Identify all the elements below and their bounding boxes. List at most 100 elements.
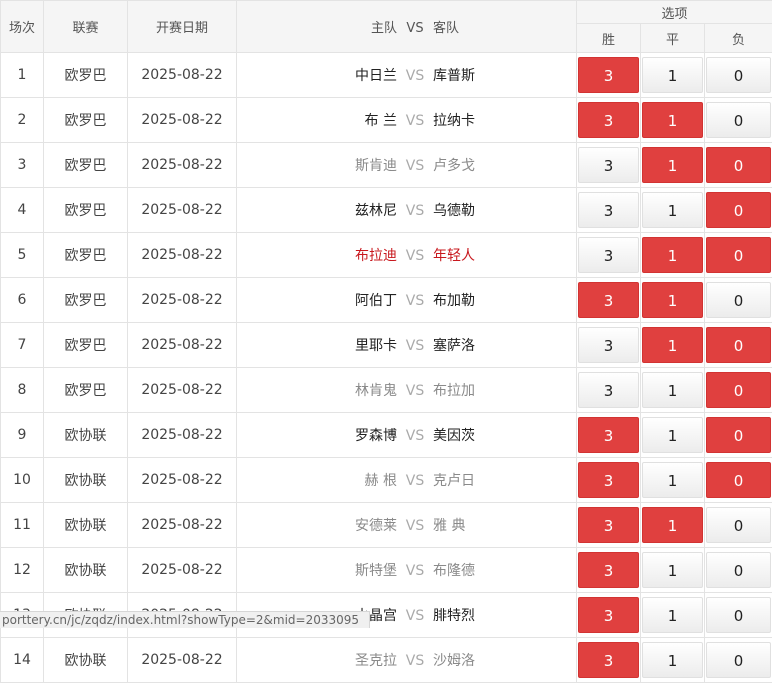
vs-label: VS — [397, 203, 433, 219]
match-date: 2025-08-22 — [128, 368, 237, 413]
option-draw-button[interactable]: 1 — [642, 57, 703, 93]
away-team[interactable]: 雅 典 — [433, 515, 593, 535]
option-draw-button[interactable]: 1 — [642, 462, 703, 498]
league-name: 欧协联 — [44, 548, 128, 593]
header-date: 开赛日期 — [128, 1, 237, 53]
match-teams: 安德莱VS雅 典 — [237, 503, 577, 548]
option-draw-button[interactable]: 1 — [642, 507, 703, 543]
option-lose-cell: 0 — [705, 638, 772, 683]
away-team[interactable]: 拉纳卡 — [433, 110, 593, 130]
match-teams: 布拉迪VS年轻人 — [237, 233, 577, 278]
home-team[interactable]: 兹林尼 — [237, 200, 397, 220]
league-name: 欧罗巴 — [44, 368, 128, 413]
home-team[interactable]: 中日兰 — [237, 65, 397, 85]
option-draw-cell: 1 — [641, 548, 705, 593]
vs-label: VS — [397, 248, 433, 264]
option-draw-button[interactable]: 1 — [642, 417, 703, 453]
vs-label: VS — [397, 518, 433, 534]
vs-label: VS — [397, 158, 433, 174]
match-date: 2025-08-22 — [128, 53, 237, 98]
home-team[interactable]: 里耶卡 — [237, 335, 397, 355]
option-lose-button[interactable]: 0 — [706, 237, 771, 273]
option-draw-button[interactable]: 1 — [642, 327, 703, 363]
home-team[interactable]: 阿伯丁 — [237, 290, 397, 310]
header-home: 主队 — [237, 17, 397, 36]
option-draw-button[interactable]: 1 — [642, 237, 703, 273]
away-team[interactable]: 沙姆洛 — [433, 650, 593, 670]
away-team[interactable]: 腓特烈 — [433, 605, 593, 625]
home-team[interactable]: 斯肯迪 — [237, 155, 397, 175]
table-row: 9欧协联2025-08-22罗森博VS美因茨310 — [1, 413, 772, 458]
option-lose-button[interactable]: 0 — [706, 327, 771, 363]
league-name: 欧协联 — [44, 413, 128, 458]
option-lose-button[interactable]: 0 — [706, 192, 771, 228]
away-team[interactable]: 塞萨洛 — [433, 335, 593, 355]
away-team[interactable]: 布拉加 — [433, 380, 593, 400]
match-teams: 中日兰VS库普斯 — [237, 53, 577, 98]
option-lose-button[interactable]: 0 — [706, 552, 771, 588]
match-teams: 斯肯迪VS卢多戈 — [237, 143, 577, 188]
option-lose-cell: 0 — [705, 458, 772, 503]
match-index: 12 — [1, 548, 44, 593]
option-draw-button[interactable]: 1 — [642, 192, 703, 228]
option-draw-button[interactable]: 1 — [642, 552, 703, 588]
option-draw-button[interactable]: 1 — [642, 372, 703, 408]
away-team[interactable]: 布加勒 — [433, 290, 593, 310]
option-lose-button[interactable]: 0 — [706, 372, 771, 408]
match-index: 10 — [1, 458, 44, 503]
home-team[interactable]: 圣克拉 — [237, 650, 397, 670]
header-vs: VS — [397, 21, 433, 36]
home-team[interactable]: 布拉迪 — [237, 245, 397, 265]
option-draw-cell: 1 — [641, 233, 705, 278]
option-lose-button[interactable]: 0 — [706, 642, 771, 678]
option-draw-button[interactable]: 1 — [642, 642, 703, 678]
away-team[interactable]: 卢多戈 — [433, 155, 593, 175]
vs-label: VS — [397, 563, 433, 579]
away-team[interactable]: 美因茨 — [433, 425, 593, 445]
away-team[interactable]: 布隆德 — [433, 560, 593, 580]
away-team[interactable]: 年轻人 — [433, 245, 593, 265]
option-lose-button[interactable]: 0 — [706, 147, 771, 183]
option-draw-button[interactable]: 1 — [642, 282, 703, 318]
option-lose-button[interactable]: 0 — [706, 462, 771, 498]
home-team[interactable]: 安德莱 — [237, 515, 397, 535]
option-draw-button[interactable]: 1 — [642, 102, 703, 138]
match-date: 2025-08-22 — [128, 503, 237, 548]
league-name: 欧协联 — [44, 638, 128, 683]
option-lose-button[interactable]: 0 — [706, 417, 771, 453]
vs-label: VS — [397, 68, 433, 84]
option-lose-cell: 0 — [705, 503, 772, 548]
option-lose-cell: 0 — [705, 98, 772, 143]
vs-label: VS — [397, 293, 433, 309]
league-name: 欧罗巴 — [44, 53, 128, 98]
match-teams: 林肯鬼VS布拉加 — [237, 368, 577, 413]
match-teams: 里耶卡VS塞萨洛 — [237, 323, 577, 368]
option-lose-button[interactable]: 0 — [706, 57, 771, 93]
table-row: 7欧罗巴2025-08-22里耶卡VS塞萨洛310 — [1, 323, 772, 368]
match-index: 1 — [1, 53, 44, 98]
option-draw-button[interactable]: 1 — [642, 147, 703, 183]
match-index: 14 — [1, 638, 44, 683]
match-index: 2 — [1, 98, 44, 143]
away-team[interactable]: 克卢日 — [433, 470, 593, 490]
table-row: 3欧罗巴2025-08-22斯肯迪VS卢多戈310 — [1, 143, 772, 188]
option-draw-cell: 1 — [641, 458, 705, 503]
table-row: 12欧协联2025-08-22斯特堡VS布隆德310 — [1, 548, 772, 593]
home-team[interactable]: 罗森博 — [237, 425, 397, 445]
header-match: 主队VS客队 — [237, 1, 577, 53]
match-teams: 阿伯丁VS布加勒 — [237, 278, 577, 323]
home-team[interactable]: 林肯鬼 — [237, 380, 397, 400]
option-lose-button[interactable]: 0 — [706, 282, 771, 318]
option-lose-button[interactable]: 0 — [706, 507, 771, 543]
table-row: 4欧罗巴2025-08-22兹林尼VS乌德勒310 — [1, 188, 772, 233]
home-team[interactable]: 斯特堡 — [237, 560, 397, 580]
away-team[interactable]: 库普斯 — [433, 65, 593, 85]
option-lose-cell: 0 — [705, 188, 772, 233]
home-team[interactable]: 布 兰 — [237, 110, 397, 130]
home-team[interactable]: 赫 根 — [237, 470, 397, 490]
option-lose-button[interactable]: 0 — [706, 102, 771, 138]
option-draw-cell: 1 — [641, 323, 705, 368]
match-table: 场次 联赛 开赛日期 主队VS客队 选项 胜 平 负 1欧罗巴2025-08-2… — [0, 0, 772, 683]
match-index: 8 — [1, 368, 44, 413]
away-team[interactable]: 乌德勒 — [433, 200, 593, 220]
